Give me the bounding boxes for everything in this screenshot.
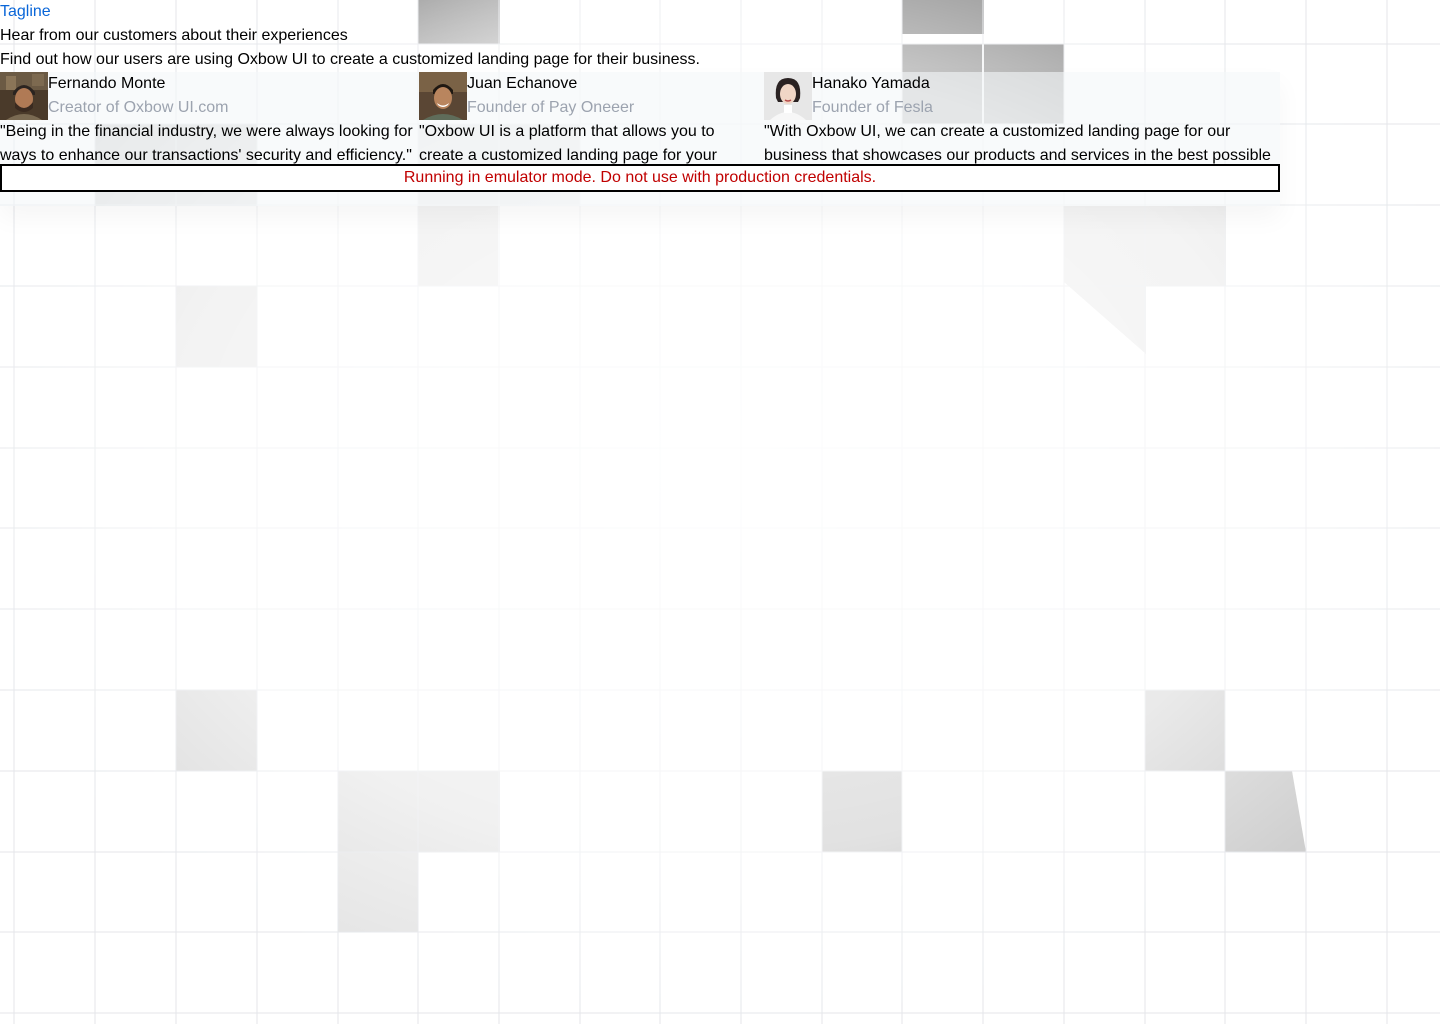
- section-subheading: Find out how our users are using Oxbow U…: [0, 51, 700, 68]
- testimonial-role: Creator of Oxbow UI.com: [48, 99, 229, 116]
- testimonial-quote: "With Oxbow UI, we can create a customiz…: [764, 123, 1271, 164]
- testimonial-name: Hanako Yamada: [812, 75, 930, 92]
- testimonial-name: Fernando Monte: [48, 75, 166, 92]
- emulator-warning-banner: Running in emulator mode. Do not use wit…: [0, 164, 1280, 192]
- testimonial-name: Juan Echanove: [467, 75, 578, 92]
- section-heading: Hear from our customers about their expe…: [0, 27, 348, 44]
- testimonial-quote: "Being in the financial industry, we wer…: [0, 123, 413, 164]
- testimonial-card: Hanako Yamada Founder of Fesla "With Oxb…: [764, 72, 1280, 164]
- testimonial-card: Juan Echanove Founder of Pay Oneeer "Oxb…: [419, 72, 762, 164]
- avatar-photo-icon: [0, 72, 48, 120]
- testimonial-card: Fernando Monte Creator of Oxbow UI.com "…: [0, 72, 418, 164]
- testimonial-quote: "Oxbow UI is a platform that allows you …: [419, 123, 717, 164]
- section-tagline: Tagline: [0, 3, 51, 20]
- testimonial-role: Founder of Fesla: [812, 99, 933, 116]
- avatar-photo-icon: [764, 72, 812, 120]
- testimonial-role: Founder of Pay Oneeer: [467, 99, 635, 116]
- avatar-photo-icon: [419, 72, 467, 120]
